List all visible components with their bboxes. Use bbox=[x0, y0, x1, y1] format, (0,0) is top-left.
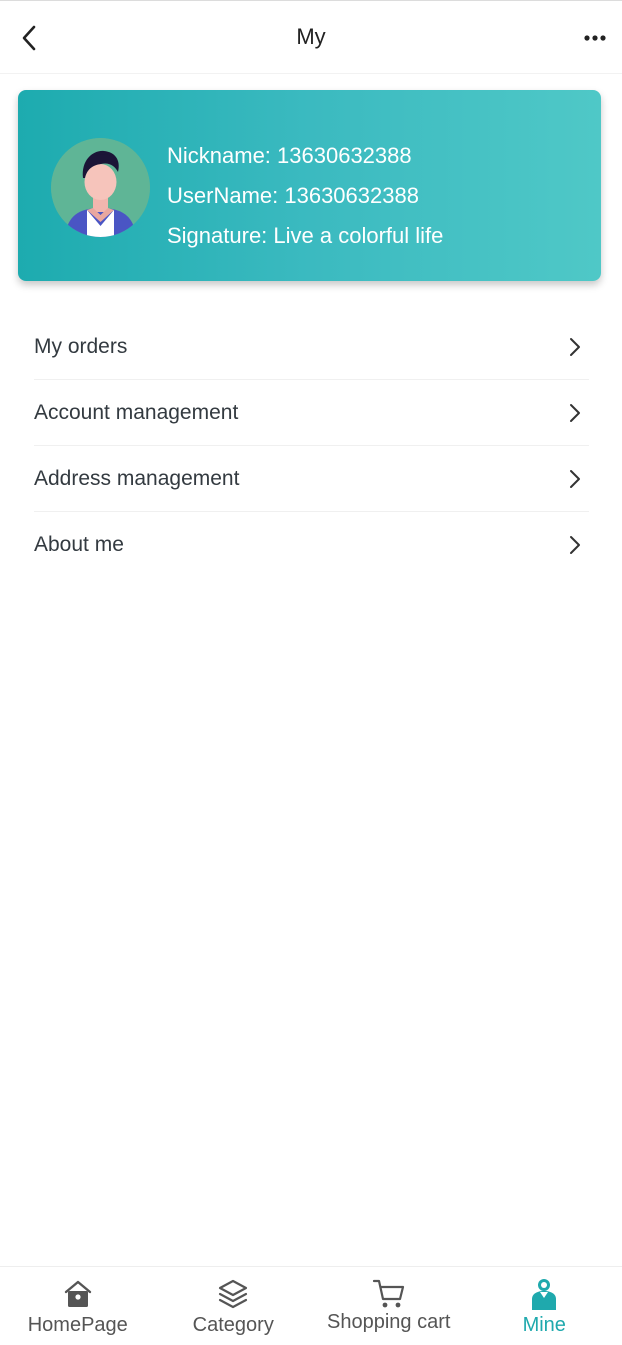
menu-item-about-me[interactable]: About me bbox=[34, 512, 589, 578]
app-root: My Nickname: 13630632388 UserName: 13630… bbox=[0, 0, 622, 1345]
back-arrow-icon bbox=[22, 25, 36, 51]
chevron-right-icon bbox=[563, 467, 587, 491]
back-button[interactable] bbox=[14, 23, 44, 53]
chevron-right-icon bbox=[563, 401, 587, 425]
tab-label: Mine bbox=[522, 1314, 566, 1336]
nav-header: My bbox=[0, 0, 622, 74]
profile-info: Nickname: 13630632388 UserName: 13630632… bbox=[167, 136, 443, 256]
tab-label: HomePage bbox=[27, 1314, 128, 1336]
more-button[interactable] bbox=[580, 23, 610, 53]
home-icon bbox=[61, 1277, 95, 1311]
layers-icon bbox=[216, 1277, 250, 1311]
menu-item-label: My orders bbox=[34, 334, 128, 358]
menu-item-label: Address management bbox=[34, 466, 240, 490]
menu-item-my-orders[interactable]: My orders bbox=[34, 314, 589, 380]
avatar bbox=[51, 138, 150, 237]
username-text: UserName: 13630632388 bbox=[167, 183, 419, 208]
bottom-tab-bar: HomePage Category Shopping cart Mine bbox=[0, 1266, 622, 1345]
menu-item-account-management[interactable]: Account management bbox=[34, 380, 589, 446]
tab-homepage[interactable]: HomePage bbox=[0, 1267, 156, 1345]
signature-text: Signature: Live a colorful life bbox=[167, 223, 444, 248]
tab-label: Category bbox=[192, 1314, 274, 1336]
user-icon bbox=[527, 1277, 561, 1311]
nickname-text: Nickname: 13630632388 bbox=[167, 143, 412, 168]
chevron-right-icon bbox=[563, 533, 587, 557]
chevron-right-icon bbox=[563, 335, 587, 359]
cart-icon bbox=[372, 1277, 406, 1311]
menu-item-address-management[interactable]: Address management bbox=[34, 446, 589, 512]
tab-label: Shopping cart bbox=[327, 1311, 451, 1333]
more-dots-icon bbox=[584, 35, 606, 41]
tab-mine[interactable]: Mine bbox=[467, 1267, 622, 1345]
page-title: My bbox=[296, 24, 326, 49]
menu-item-label: About me bbox=[34, 533, 124, 556]
tab-category[interactable]: Category bbox=[156, 1267, 312, 1345]
tab-shopping-cart[interactable]: Shopping cart bbox=[311, 1267, 467, 1345]
profile-card: Nickname: 13630632388 UserName: 13630632… bbox=[18, 90, 601, 281]
menu-list: My orders Account management Address man… bbox=[34, 314, 589, 578]
menu-item-label: Account management bbox=[34, 400, 239, 424]
